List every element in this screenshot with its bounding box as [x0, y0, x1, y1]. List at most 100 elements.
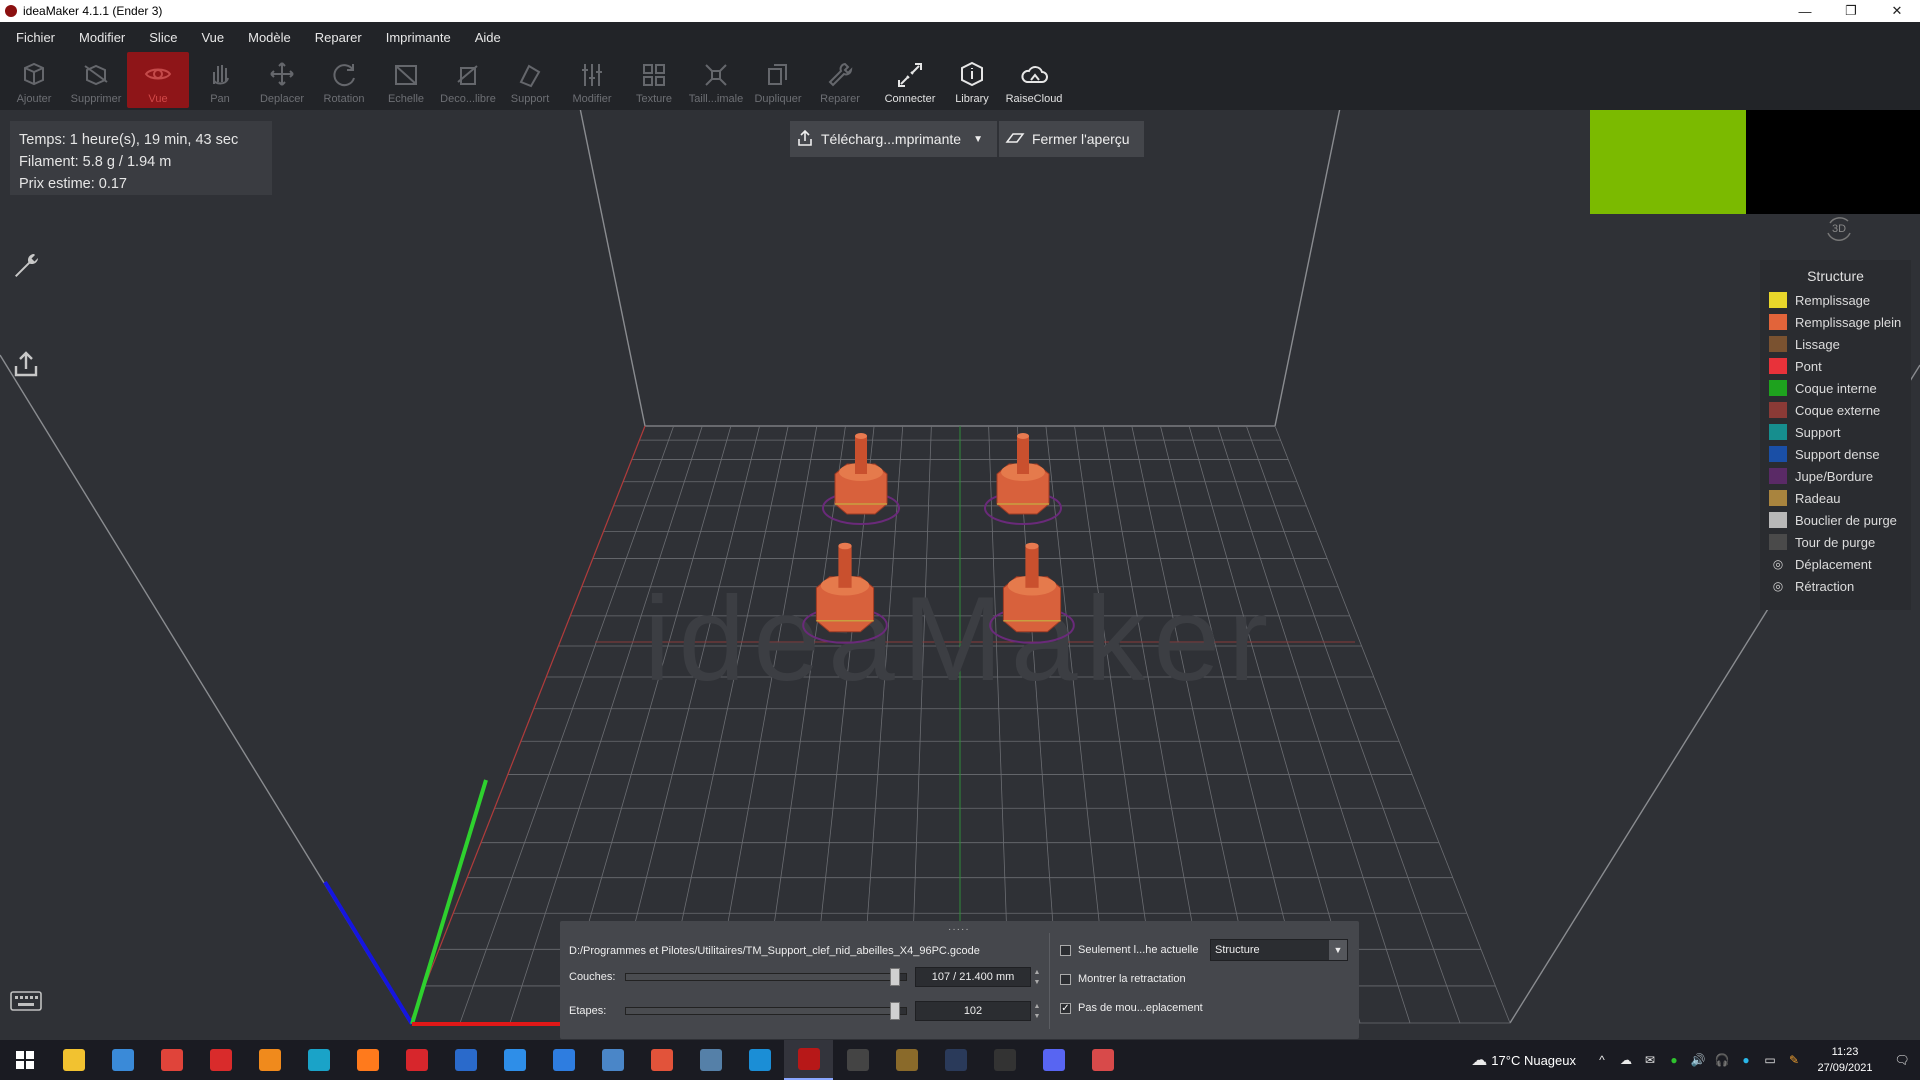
steps-slider-handle[interactable]: [890, 1002, 900, 1020]
taskbar-screenshot-tool[interactable]: [147, 1040, 196, 1080]
legend-color-swatch[interactable]: [1769, 534, 1787, 550]
weather-text[interactable]: 17°C Nuageux: [1491, 1053, 1576, 1068]
legend-item[interactable]: Coque externe: [1760, 399, 1911, 421]
legend-item[interactable]: Radeau: [1760, 487, 1911, 509]
view-3d-icon[interactable]: 3D: [1822, 215, 1856, 248]
taskbar-terminal-app[interactable]: [882, 1040, 931, 1080]
taskbar-network-tool[interactable]: [588, 1040, 637, 1080]
checkbox-box[interactable]: [1060, 944, 1071, 956]
toolbar-scale-button[interactable]: Echelle: [375, 52, 437, 108]
taskbar-edge[interactable]: [294, 1040, 343, 1080]
taskbar-vlc[interactable]: [245, 1040, 294, 1080]
menu-slice[interactable]: Slice: [137, 30, 189, 45]
taskbar-ideamaker[interactable]: [784, 1040, 833, 1080]
legend-item[interactable]: Jupe/Bordure: [1760, 465, 1911, 487]
legend-color-swatch[interactable]: [1769, 446, 1787, 462]
clock[interactable]: 11:23 27/09/2021: [1806, 1044, 1884, 1076]
taskbar-control-panel[interactable]: [98, 1040, 147, 1080]
toolbar-rotate-button[interactable]: Rotation: [313, 52, 375, 108]
current-layer-only-checkbox[interactable]: Seulement l...he actuelle: [1060, 944, 1198, 956]
chevron-up-icon[interactable]: ^: [1590, 1053, 1614, 1067]
app-tray-icon[interactable]: ●: [1662, 1053, 1686, 1067]
keyboard-icon[interactable]: [10, 990, 42, 1012]
hidden-eye-icon[interactable]: ◎: [1769, 579, 1787, 593]
checkbox-box[interactable]: ✓: [1060, 1002, 1071, 1014]
legend-color-swatch[interactable]: [1769, 490, 1787, 506]
legend-item[interactable]: Coque interne: [1760, 377, 1911, 399]
steps-input[interactable]: 102 ▲ ▼: [915, 1001, 1040, 1021]
taskbar-discord[interactable]: [1029, 1040, 1078, 1080]
layers-input[interactable]: 107 / 21.400 mm ▲ ▼: [915, 967, 1040, 987]
notifications-icon[interactable]: 🗨: [1884, 1053, 1920, 1067]
wrench-icon[interactable]: [10, 250, 42, 282]
volume-icon[interactable]: 🔊: [1686, 1053, 1710, 1067]
legend-color-swatch[interactable]: [1769, 402, 1787, 418]
menu-reparer[interactable]: Reparer: [303, 30, 374, 45]
toolbar-sliders-button[interactable]: Modifier: [561, 52, 623, 108]
cloud-weather-icon[interactable]: ☁: [1467, 1050, 1491, 1070]
toolbar-eye-button[interactable]: Vue: [127, 52, 189, 108]
export-icon[interactable]: [10, 348, 42, 380]
legend-color-swatch[interactable]: [1769, 336, 1787, 352]
start-button[interactable]: [0, 1040, 49, 1080]
onedrive-icon[interactable]: ☁: [1614, 1053, 1638, 1067]
toolbar-add-model-button[interactable]: Ajouter: [3, 52, 65, 108]
taskbar-epic-games[interactable]: [980, 1040, 1029, 1080]
toolbar-move-button[interactable]: Deplacer: [251, 52, 313, 108]
printed-model-2[interactable]: [984, 433, 1062, 525]
toolbar-support-button[interactable]: Support: [499, 52, 561, 108]
chevron-down-icon[interactable]: ▼: [973, 134, 983, 145]
menu-imprimante[interactable]: Imprimante: [374, 30, 463, 45]
close-preview-button[interactable]: Fermer l'aperçu: [998, 121, 1144, 157]
toolbar-hand-button[interactable]: Pan: [189, 52, 251, 108]
toolbar-connect-button[interactable]: Connecter: [879, 52, 941, 108]
panel-drag-handle[interactable]: ·····: [948, 924, 970, 935]
legend-color-swatch[interactable]: [1769, 314, 1787, 330]
toolbar-minimal-size-button[interactable]: Taill...imale: [685, 52, 747, 108]
legend-item[interactable]: Support: [1760, 421, 1911, 443]
legend-item[interactable]: Support dense: [1760, 443, 1911, 465]
bluetooth-icon[interactable]: ●: [1734, 1053, 1758, 1067]
legend-item[interactable]: Remplissage plein: [1760, 311, 1911, 333]
menu-vue[interactable]: Vue: [189, 30, 236, 45]
toolbar-delete-button[interactable]: Supprimer: [65, 52, 127, 108]
legend-color-swatch[interactable]: [1769, 512, 1787, 528]
legend-item[interactable]: ◎ Déplacement: [1760, 553, 1911, 575]
legend-item[interactable]: Lissage: [1760, 333, 1911, 355]
layers-slider[interactable]: [625, 968, 907, 986]
steps-slider[interactable]: [625, 1002, 907, 1020]
taskbar-3d-app[interactable]: [1078, 1040, 1127, 1080]
maximize-button[interactable]: ❐: [1828, 0, 1874, 22]
legend-color-swatch[interactable]: [1769, 468, 1787, 484]
checkbox-box[interactable]: [1060, 973, 1071, 985]
layers-spinner[interactable]: ▲ ▼: [1032, 968, 1042, 988]
headset-icon[interactable]: 🎧: [1710, 1053, 1734, 1067]
minimize-button[interactable]: —: [1782, 0, 1828, 22]
taskbar-pdf-reader[interactable]: [196, 1040, 245, 1080]
steps-spinner[interactable]: ▲ ▼: [1032, 1002, 1042, 1022]
pen-icon[interactable]: ✎: [1782, 1053, 1806, 1067]
legend-color-swatch[interactable]: [1769, 292, 1787, 308]
taskbar-obs[interactable]: [833, 1040, 882, 1080]
taskbar-thunderbird[interactable]: [441, 1040, 490, 1080]
toolbar-library-button[interactable]: Library: [941, 52, 1003, 108]
printed-model-1[interactable]: [822, 433, 900, 525]
toolbar-cut-button[interactable]: Deco...libre: [437, 52, 499, 108]
show-retraction-checkbox[interactable]: Montrer la retractation: [1060, 973, 1186, 985]
menu-modifier[interactable]: Modifier: [67, 30, 137, 45]
legend-color-swatch[interactable]: [1769, 358, 1787, 374]
taskbar-file-explorer[interactable]: [49, 1040, 98, 1080]
upload-to-printer-button[interactable]: Télécharg...mprimante ▼: [790, 121, 997, 157]
taskbar-steam[interactable]: [931, 1040, 980, 1080]
3d-viewport[interactable]: ideaMaker Temps: 1 heure(s), 19 min, 43 …: [0, 110, 1920, 1040]
taskbar-store[interactable]: [539, 1040, 588, 1080]
layers-slider-handle[interactable]: [890, 968, 900, 986]
mail-icon[interactable]: ✉: [1638, 1053, 1662, 1067]
display-mode-select[interactable]: Structure ▼: [1210, 939, 1348, 961]
legend-color-swatch[interactable]: [1769, 424, 1787, 440]
legend-item[interactable]: Pont: [1760, 355, 1911, 377]
close-button[interactable]: ✕: [1874, 0, 1920, 22]
menu-fichier[interactable]: Fichier: [4, 30, 67, 45]
build-plate-scene[interactable]: ideaMaker: [0, 110, 1920, 1040]
chevron-down-icon[interactable]: ▼: [1329, 940, 1347, 960]
